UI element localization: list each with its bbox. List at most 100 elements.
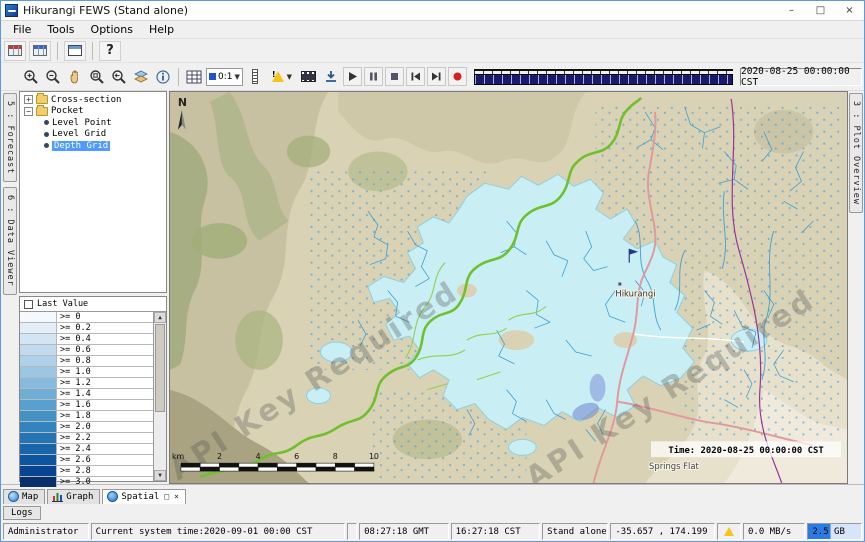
play-icon bbox=[347, 71, 358, 82]
tree-item-level-point[interactable]: Level Point bbox=[20, 117, 166, 129]
play-button[interactable] bbox=[343, 67, 362, 86]
zoom-in-button[interactable] bbox=[21, 67, 41, 87]
maximize-button[interactable]: □ bbox=[806, 1, 835, 20]
status-warning-cell[interactable] bbox=[717, 523, 741, 540]
stop-button[interactable] bbox=[385, 67, 404, 86]
legend-value-label: >= 1.0 bbox=[57, 367, 91, 377]
import-data-button[interactable] bbox=[4, 41, 26, 61]
tab-data-viewer[interactable]: 6 : Data Viewer bbox=[3, 187, 17, 295]
animation-button[interactable] bbox=[299, 67, 319, 87]
legend-color-swatch bbox=[20, 477, 57, 487]
thresholds-dropdown[interactable]: ! ▼ bbox=[267, 67, 297, 87]
logs-button[interactable]: Logs bbox=[3, 506, 41, 520]
tab-restore-icon[interactable]: □ bbox=[164, 492, 169, 501]
legend-row: >= 2.8 bbox=[20, 466, 153, 477]
layer-node-icon bbox=[44, 132, 49, 137]
info-button[interactable] bbox=[153, 67, 173, 87]
display-ratio-dropdown[interactable]: 0:1 ▼ bbox=[206, 68, 243, 86]
map-toolbar: 0:1 ▼ ! ▼ bbox=[1, 63, 864, 91]
tree-item-pocket[interactable]: − Pocket bbox=[20, 106, 166, 118]
toggle-grid-button[interactable] bbox=[184, 67, 204, 87]
tab-close-icon[interactable]: × bbox=[174, 492, 179, 501]
last-value-checkbox[interactable] bbox=[24, 300, 33, 309]
layer-node-icon bbox=[44, 143, 49, 148]
zoom-rectangle-button[interactable] bbox=[87, 67, 107, 87]
status-coordinates: -35.657 , 174.199 bbox=[610, 523, 715, 540]
legend-color-swatch bbox=[20, 323, 57, 333]
tab-spatial[interactable]: Spatial □ × bbox=[102, 489, 186, 504]
tab-plot-overview[interactable]: 3 : Plot Overview bbox=[849, 93, 863, 213]
scroll-up-icon[interactable]: ▲ bbox=[154, 312, 166, 323]
toolbar-separator bbox=[92, 42, 93, 60]
pause-button[interactable] bbox=[364, 67, 383, 86]
legend-value-label: >= 2.4 bbox=[57, 444, 91, 454]
status-gmt-time: 08:27:18 GMT bbox=[359, 523, 449, 540]
main-area: 5 : Forecast 6 : Data Viewer + Cross-sec… bbox=[1, 91, 864, 484]
town-label: Hikurangi bbox=[615, 288, 655, 298]
legend-value-label: >= 2.0 bbox=[57, 422, 91, 432]
menu-help[interactable]: Help bbox=[141, 22, 182, 37]
title-bar: Hikurangi FEWS (Stand alone) – □ × bbox=[1, 1, 864, 21]
help-button[interactable]: ? bbox=[99, 41, 121, 61]
tree-item-level-grid[interactable]: Level Grid bbox=[20, 129, 166, 141]
scroll-down-icon[interactable]: ▼ bbox=[154, 470, 166, 481]
scale-unit-label: km bbox=[172, 452, 185, 461]
tab-forecast[interactable]: 5 : Forecast bbox=[3, 93, 17, 182]
tab-graph-label: Graph bbox=[66, 492, 93, 502]
tree-item-label-selected: Depth Grid bbox=[52, 141, 110, 151]
menu-options[interactable]: Options bbox=[83, 22, 141, 37]
status-spacer bbox=[347, 523, 357, 540]
graph-icon bbox=[52, 491, 63, 502]
step-forward-button[interactable] bbox=[427, 67, 446, 86]
layer-node-icon bbox=[44, 120, 49, 125]
menu-file[interactable]: File bbox=[5, 22, 39, 37]
display-window-button[interactable] bbox=[64, 41, 86, 61]
scroll-track[interactable] bbox=[154, 323, 166, 470]
scale-tick: 2 bbox=[217, 452, 222, 461]
save-animation-button[interactable] bbox=[321, 67, 341, 87]
legend-color-swatch bbox=[20, 433, 57, 443]
bottom-tab-bar: Map Graph Spatial □ × bbox=[1, 484, 864, 504]
tree-item-label: Pocket bbox=[51, 106, 84, 116]
map-viewport[interactable]: Hikurangi Springs Flat API Key Required … bbox=[169, 91, 848, 484]
tab-graph[interactable]: Graph bbox=[47, 489, 100, 504]
stop-icon bbox=[389, 71, 400, 82]
profile-button[interactable] bbox=[245, 67, 265, 87]
legend-scrollbar[interactable]: ▲ ▼ bbox=[153, 312, 166, 481]
menu-tools[interactable]: Tools bbox=[39, 22, 82, 37]
legend-table: >= 0>= 0.2>= 0.4>= 0.6>= 0.8>= 1.0>= 1.2… bbox=[20, 312, 153, 481]
globe-icon bbox=[8, 491, 19, 502]
layers-button[interactable] bbox=[131, 67, 151, 87]
export-data-button[interactable] bbox=[29, 41, 51, 61]
scroll-thumb[interactable] bbox=[155, 324, 165, 412]
legend-value-label: >= 1.2 bbox=[57, 378, 91, 388]
expand-icon[interactable]: + bbox=[24, 95, 33, 104]
legend-color-swatch bbox=[20, 400, 57, 410]
legend-row: >= 2.6 bbox=[20, 455, 153, 466]
zoom-previous-button[interactable] bbox=[109, 67, 129, 87]
record-button[interactable] bbox=[448, 67, 467, 86]
close-button[interactable]: × bbox=[835, 1, 864, 20]
tree-item-label: Cross-section bbox=[51, 95, 121, 105]
legend-value-label: >= 1.6 bbox=[57, 400, 91, 410]
left-tab-strip: 5 : Forecast 6 : Data Viewer bbox=[1, 91, 19, 484]
map-canvas[interactable]: Hikurangi Springs Flat API Key Required … bbox=[170, 92, 847, 483]
tree-item-depth-grid[interactable]: Depth Grid bbox=[20, 140, 166, 152]
legend-row: >= 2.4 bbox=[20, 444, 153, 455]
legend-color-swatch bbox=[20, 312, 57, 322]
zoom-out-button[interactable] bbox=[43, 67, 63, 87]
step-back-icon bbox=[410, 71, 421, 82]
step-back-button[interactable] bbox=[406, 67, 425, 86]
window-title: Hikurangi FEWS (Stand alone) bbox=[23, 4, 188, 17]
minimize-button[interactable]: – bbox=[777, 1, 806, 20]
app-icon bbox=[5, 4, 18, 17]
timeline-bar[interactable] bbox=[474, 74, 733, 85]
legend-color-swatch bbox=[20, 466, 57, 476]
save-animation-icon bbox=[323, 69, 339, 84]
legend-row: >= 0.6 bbox=[20, 345, 153, 356]
logs-row: Logs bbox=[1, 504, 864, 522]
timeline-slider[interactable] bbox=[474, 66, 733, 88]
collapse-icon[interactable]: − bbox=[24, 107, 33, 116]
tab-map[interactable]: Map bbox=[3, 489, 45, 504]
pan-button[interactable] bbox=[65, 67, 85, 87]
